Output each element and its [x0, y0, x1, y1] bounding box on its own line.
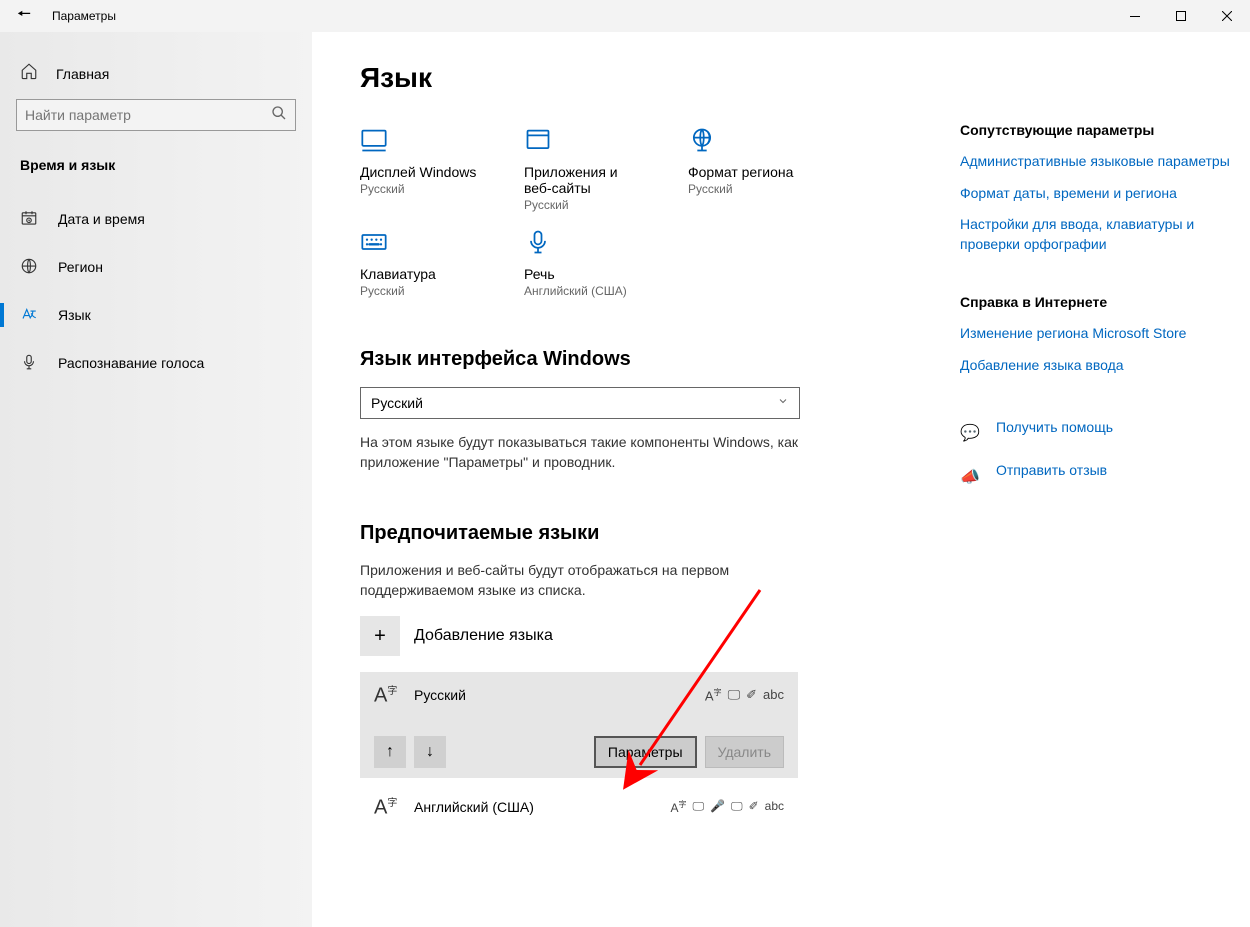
support-label: Отправить отзыв [996, 461, 1107, 481]
window-title: Параметры [48, 9, 116, 23]
right-rail: Сопутствующие параметры Административные… [960, 62, 1240, 927]
help-link[interactable]: Добавление языка ввода [960, 356, 1240, 376]
nav-region[interactable]: Регион [0, 243, 312, 291]
home-nav[interactable]: Главная [0, 56, 312, 99]
display-lang-desc: На этом языке будут показываться такие к… [360, 433, 800, 472]
display-lang-select[interactable]: Русский [360, 387, 800, 419]
language-options-button[interactable]: Параметры [594, 736, 697, 768]
language-icon [20, 305, 38, 326]
tts-feat-icon: 🖵 [728, 687, 741, 703]
minimize-button[interactable] [1112, 0, 1158, 32]
chevron-down-icon [777, 394, 789, 412]
move-down-button[interactable]: ↓ [414, 736, 446, 768]
nav-language[interactable]: Язык [0, 291, 312, 339]
tile-sub: Русский [688, 182, 808, 196]
search-input-container[interactable] [16, 99, 296, 131]
preferred-heading: Предпочитаемые языки [360, 522, 940, 545]
tile-title: Формат региона [688, 164, 808, 180]
nav-label: Язык [58, 307, 91, 323]
search-icon [271, 105, 287, 126]
tile-sub: Русский [360, 182, 480, 196]
display-lang-heading: Язык интерфейса Windows [360, 348, 940, 371]
sidebar: Главная Время и язык Дата и время Регион… [0, 32, 312, 927]
category-label: Время и язык [0, 157, 312, 195]
language-name: Английский (США) [414, 799, 656, 815]
help-chat-icon: 💬 [960, 423, 982, 443]
help-link[interactable]: Изменение региона Microsoft Store [960, 324, 1240, 344]
close-button[interactable] [1204, 0, 1250, 32]
spellcheck-feat-icon: abc [763, 687, 784, 703]
back-button[interactable]: 🠔 [0, 3, 48, 30]
language-item-russian[interactable]: A字 Русский A字 🖵 ✐ abc ↑ ↓ Параметр [360, 672, 798, 778]
tile-title: Речь [524, 266, 644, 282]
window-icon [524, 122, 560, 158]
keyboard-icon [360, 224, 396, 260]
maximize-button[interactable] [1158, 0, 1204, 32]
tile-title: Приложения и веб-сайты [524, 164, 644, 196]
content: Язык Дисплей Windows Русский Приложения … [360, 62, 960, 927]
tile-title: Клавиатура [360, 266, 480, 282]
preferred-desc: Приложения и веб-сайты будут отображатьс… [360, 561, 800, 600]
tile-keyboard[interactable]: Клавиатура Русский [360, 224, 480, 298]
clock-icon [20, 209, 38, 230]
display-feat-icon: A字 [670, 799, 686, 815]
tile-display[interactable]: Дисплей Windows Русский [360, 122, 480, 212]
language-item-english[interactable]: A字 Английский (США) A字 🖵 🎤 🖵 ✐ abc [360, 784, 798, 830]
language-char-icon: A字 [374, 682, 400, 708]
handwriting-feat-icon: ✐ [746, 687, 757, 703]
globe-stand-icon [688, 122, 724, 158]
nav-date-time[interactable]: Дата и время [0, 195, 312, 243]
language-features: A字 🖵 ✐ abc [705, 687, 784, 703]
tts-feat-icon: 🖵 [692, 799, 704, 815]
region-feat-icon: 🖵 [731, 799, 743, 815]
tile-region-format[interactable]: Формат региона Русский [688, 122, 808, 212]
language-name: Русский [414, 687, 691, 703]
feedback-icon: 📣 [960, 467, 982, 487]
handwriting-feat-icon: ✐ [749, 799, 759, 815]
globe-icon [20, 257, 38, 278]
tile-sub: Русский [360, 284, 480, 298]
related-heading: Сопутствующие параметры [960, 122, 1240, 138]
tile-speech[interactable]: Речь Английский (США) [524, 224, 644, 298]
get-help-link[interactable]: 💬 Получить помощь [960, 418, 1240, 450]
language-remove-button: Удалить [705, 736, 784, 768]
tile-sub: Английский (США) [524, 284, 644, 298]
language-char-icon: A字 [374, 794, 400, 820]
tile-title: Дисплей Windows [360, 164, 480, 180]
support-label: Получить помощь [996, 418, 1113, 438]
nav-label: Регион [58, 259, 103, 275]
related-link[interactable]: Настройки для ввода, клавиатуры и провер… [960, 215, 1240, 254]
nav-label: Распознавание голоса [58, 355, 204, 371]
spellcheck-feat-icon: abc [765, 799, 784, 815]
nav-label: Дата и время [58, 211, 145, 227]
add-language-button[interactable]: + Добавление языка [360, 616, 940, 656]
display-feat-icon: A字 [705, 687, 722, 703]
tile-sub: Русский [524, 198, 644, 212]
language-features: A字 🖵 🎤 🖵 ✐ abc [670, 799, 784, 815]
mic-icon [524, 224, 560, 260]
plus-icon: + [360, 616, 400, 656]
mic-icon [20, 353, 38, 374]
nav-speech[interactable]: Распознавание голоса [0, 339, 312, 387]
search-input[interactable] [25, 107, 271, 123]
tile-apps[interactable]: Приложения и веб-сайты Русский [524, 122, 644, 212]
home-icon [20, 62, 38, 85]
page-title: Язык [360, 62, 940, 94]
titlebar: 🠔 Параметры [0, 0, 1250, 32]
speech-feat-icon: 🎤 [710, 799, 725, 815]
help-heading: Справка в Интернете [960, 294, 1240, 310]
related-link[interactable]: Административные языковые параметры [960, 152, 1240, 172]
related-link[interactable]: Формат даты, времени и региона [960, 184, 1240, 204]
select-value: Русский [371, 395, 777, 411]
feedback-link[interactable]: 📣 Отправить отзыв [960, 461, 1240, 493]
home-label: Главная [56, 66, 109, 82]
monitor-icon [360, 122, 396, 158]
add-language-label: Добавление языка [414, 627, 553, 645]
move-up-button[interactable]: ↑ [374, 736, 406, 768]
